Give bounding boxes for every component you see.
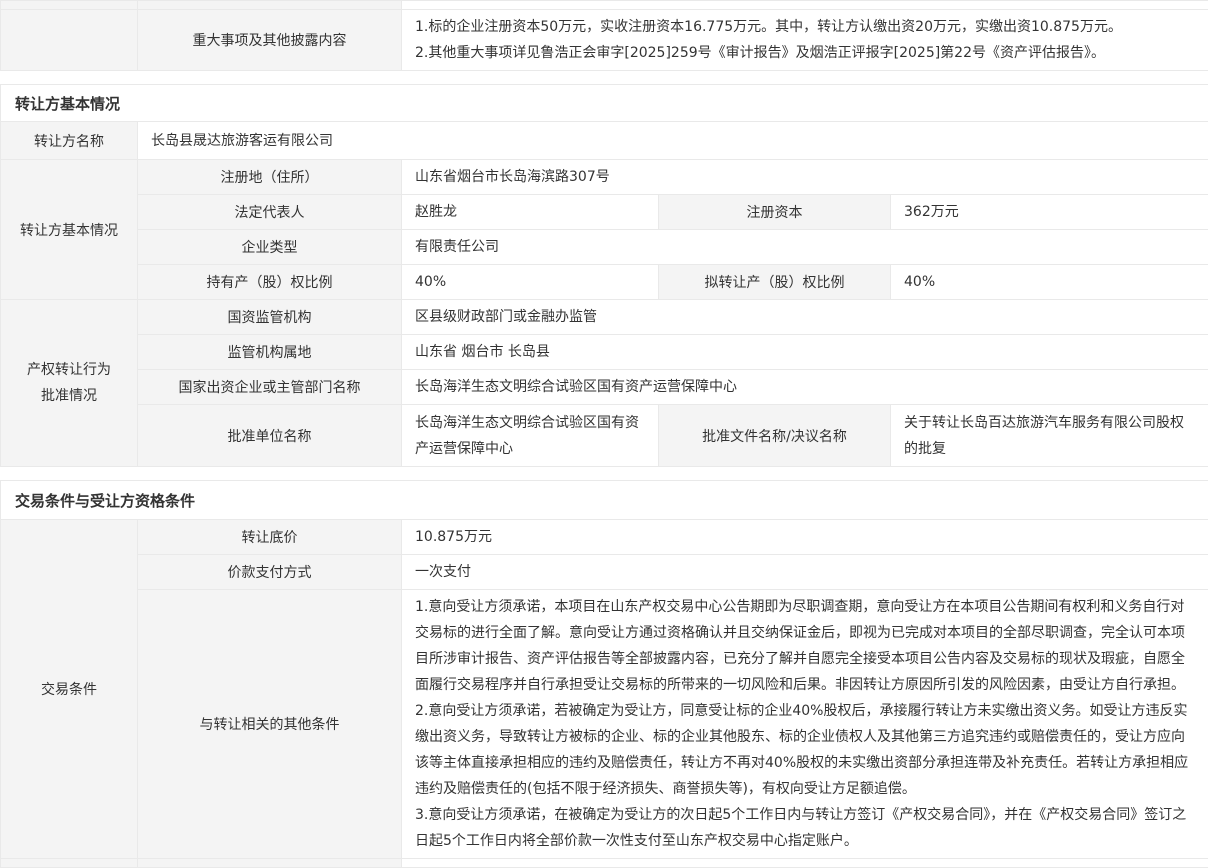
field-value-transfer-ratio: 40%	[891, 265, 1208, 300]
disclosure-value: 1.标的企业注册资本50万元，实收注册资本16.775万元。其中，转让方认缴出资…	[402, 10, 1208, 71]
field-value-regulator: 区县级财政部门或金融办监管	[402, 300, 1208, 335]
field-value-holding-ratio: 40%	[402, 265, 659, 300]
field-label-approval-unit: 批准单位名称	[138, 405, 402, 467]
disclosure-label: 重大事项及其他披露内容	[138, 10, 402, 71]
field-value-other-conditions: 1.意向受让方须承诺，本项目在山东产权交易中心公告期即为尽职调查期，意向受让方在…	[402, 590, 1208, 859]
field-label-regulator: 国资监管机构	[138, 300, 402, 335]
field-label-regulator-region: 监管机构属地	[138, 335, 402, 370]
field-label-transferor-name: 转让方名称	[1, 122, 138, 160]
cutoff-row-value-cell	[402, 1, 1208, 10]
bottom-cutoff-label-cell	[138, 859, 402, 868]
section-gap	[0, 71, 1208, 84]
field-value-legal-representative: 赵胜龙	[402, 195, 659, 230]
field-label-registered-capital: 注册资本	[659, 195, 891, 230]
field-value-enterprise-type: 有限责任公司	[402, 230, 1208, 265]
other-conditions-item-3: 3.意向受让方须承诺，在被确定为受让方的次日起5个工作日内与转让方签订《产权交易…	[415, 802, 1196, 854]
other-conditions-item-2: 2.意向受让方须承诺，若被确定为受让方，同意受让标的企业40%股权后，承接履行转…	[415, 698, 1196, 802]
field-value-regulator-region: 山东省 烟台市 长岛县	[402, 335, 1208, 370]
disclosure-line-2: 2.其他重大事项详见鲁浩正会审字[2025]259号《审计报告》及烟浩正评报字[…	[415, 40, 1196, 66]
field-value-registered-address: 山东省烟台市长岛海滨路307号	[402, 160, 1208, 195]
section-title-trade: 交易条件与受让方资格条件	[1, 481, 1208, 520]
field-label-other-conditions: 与转让相关的其他条件	[138, 590, 402, 859]
field-label-enterprise-type: 企业类型	[138, 230, 402, 265]
bottom-cutoff-left-cell	[1, 859, 138, 868]
field-label-holding-ratio: 持有产（股）权比例	[138, 265, 402, 300]
field-value-approval-unit: 长岛海洋生态文明综合试验区国有资产运营保障中心	[402, 405, 659, 467]
transferor-table: 转让方基本情况 转让方名称 长岛县晟达旅游客运有限公司 转让方基本情况 注册地（…	[0, 84, 1208, 467]
trade-conditions-table: 交易条件与受让方资格条件 交易条件 转让底价 10.875万元 价款支付方式 一…	[0, 480, 1208, 868]
cutoff-row-label-cell	[138, 1, 402, 10]
field-value-transferor-name: 长岛县晟达旅游客运有限公司	[138, 122, 1208, 160]
field-label-transfer-ratio: 拟转让产（股）权比例	[659, 265, 891, 300]
field-label-registered-address: 注册地（住所）	[138, 160, 402, 195]
group-label-trade-conditions: 交易条件	[1, 520, 138, 859]
field-value-floor-price: 10.875万元	[402, 520, 1208, 555]
group-label-basic-info: 转让方基本情况	[1, 160, 138, 300]
bottom-cutoff-value-cell	[402, 859, 1208, 868]
disclosure-line-1: 1.标的企业注册资本50万元，实收注册资本16.775万元。其中，转让方认缴出资…	[415, 14, 1196, 40]
group-label-approval-info: 产权转让行为 批准情况	[1, 300, 138, 467]
group-label-approval-line-1: 产权转让行为	[1, 357, 137, 383]
section-gap	[0, 467, 1208, 480]
field-label-legal-representative: 法定代表人	[138, 195, 402, 230]
field-value-payment-method: 一次支付	[402, 555, 1208, 590]
group-label-approval-line-2: 批准情况	[1, 383, 137, 409]
field-label-floor-price: 转让底价	[138, 520, 402, 555]
other-conditions-item-1: 1.意向受让方须承诺，本项目在山东产权交易中心公告期即为尽职调查期，意向受让方在…	[415, 594, 1196, 698]
section-title-transferor: 转让方基本情况	[1, 85, 1208, 122]
field-value-approval-doc: 关于转让长岛百达旅游汽车服务有限公司股权的批复	[891, 405, 1208, 467]
field-label-payment-method: 价款支付方式	[138, 555, 402, 590]
field-value-state-funded-org: 长岛海洋生态文明综合试验区国有资产运营保障中心	[402, 370, 1208, 405]
disclosure-group-cell	[1, 10, 138, 71]
field-label-state-funded-org: 国家出资企业或主管部门名称	[138, 370, 402, 405]
field-value-registered-capital: 362万元	[891, 195, 1208, 230]
field-label-approval-doc: 批准文件名称/决议名称	[659, 405, 891, 467]
cutoff-row-left-cell	[1, 1, 138, 10]
disclosure-table: 重大事项及其他披露内容 1.标的企业注册资本50万元，实收注册资本16.775万…	[0, 0, 1208, 71]
